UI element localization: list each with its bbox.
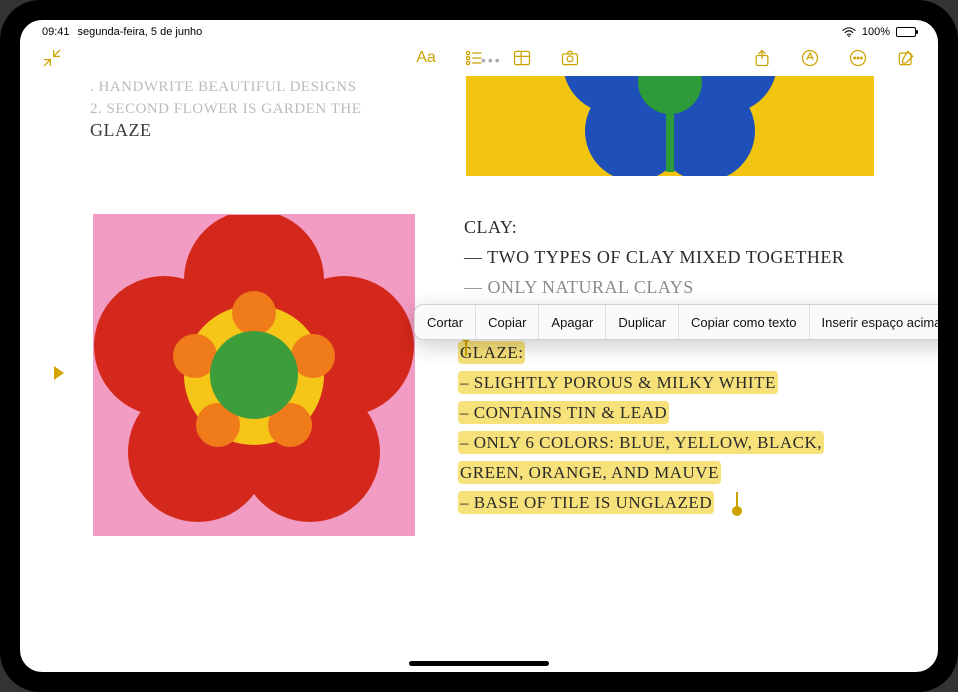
collapse-button[interactable] — [40, 46, 64, 70]
table-button[interactable] — [510, 46, 534, 70]
battery-icon — [896, 27, 916, 37]
menu-item-cut[interactable]: Cortar — [415, 305, 476, 339]
faded-prev-text: . HANDWRITE BEAUTIFUL DESIGNS 2. SECOND … — [90, 76, 361, 120]
toolbar: Aa — [20, 40, 938, 76]
compose-button[interactable] — [894, 46, 918, 70]
glaze-line: – CONTAINS TIN & LEAD — [458, 401, 669, 424]
page-drag-handle-icon[interactable]: ••• — [481, 52, 502, 68]
flower-tile-image — [93, 214, 415, 536]
screen: 09:41 segunda-feira, 5 de junho 100% Aa — [20, 20, 938, 672]
battery-percent: 100% — [862, 26, 890, 38]
clay-text-block: CLAY: — TWO TYPES OF CLAY MIXED TOGETHER… — [464, 212, 844, 302]
menu-item-duplicate[interactable]: Duplicar — [606, 305, 679, 339]
status-time: 09:41 — [42, 26, 70, 38]
glaze-line: GREEN, ORANGE, AND MAUVE — [458, 461, 721, 484]
faded-line: 2. SECOND FLOWER IS GARDEN THE — [90, 98, 361, 120]
menu-item-delete[interactable]: Apagar — [539, 305, 606, 339]
top-flower-tile-image — [466, 76, 874, 176]
text-format-button[interactable]: Aa — [414, 46, 438, 70]
glaze-text-block: GLAZE: – SLIGHTLY POROUS & MILKY WHITE –… — [458, 338, 824, 518]
glaze-word: GLAZE — [90, 120, 151, 141]
clay-line: — TWO TYPES OF CLAY MIXED TOGETHER — [464, 242, 844, 272]
selection-handle-end[interactable] — [732, 506, 742, 516]
status-date: segunda-feira, 5 de junho — [78, 26, 203, 38]
status-bar: 09:41 segunda-feira, 5 de junho 100% — [20, 20, 938, 40]
clay-heading: CLAY: — [464, 212, 844, 242]
glaze-line: – BASE OF TILE IS UNGLAZED — [458, 491, 714, 514]
glaze-heading: GLAZE: — [458, 341, 525, 364]
glaze-line: – ONLY 6 COLORS: BLUE, YELLOW, BLACK, — [458, 431, 824, 454]
more-button[interactable] — [846, 46, 870, 70]
menu-item-copy-as-text[interactable]: Copiar como texto — [679, 305, 810, 339]
clay-line: — ONLY NATURAL CLAYS — [464, 272, 844, 302]
camera-button[interactable] — [558, 46, 582, 70]
selection-margin-indicator[interactable] — [54, 366, 64, 380]
menu-item-insert-space-above[interactable]: Inserir espaço acima — [810, 305, 938, 339]
note-canvas[interactable]: . HANDWRITE BEAUTIFUL DESIGNS 2. SECOND … — [20, 76, 938, 672]
glaze-line: – SLIGHTLY POROUS & MILKY WHITE — [458, 371, 778, 394]
ipad-device-frame: 09:41 segunda-feira, 5 de junho 100% Aa — [0, 0, 958, 692]
menu-item-copy[interactable]: Copiar — [476, 305, 539, 339]
wifi-icon — [842, 27, 856, 37]
home-indicator[interactable] — [409, 661, 549, 666]
context-menu: Cortar Copiar Apagar Duplicar Copiar com… — [414, 304, 938, 340]
faded-line: . HANDWRITE BEAUTIFUL DESIGNS — [90, 76, 361, 98]
markup-button[interactable] — [798, 46, 822, 70]
share-button[interactable] — [750, 46, 774, 70]
